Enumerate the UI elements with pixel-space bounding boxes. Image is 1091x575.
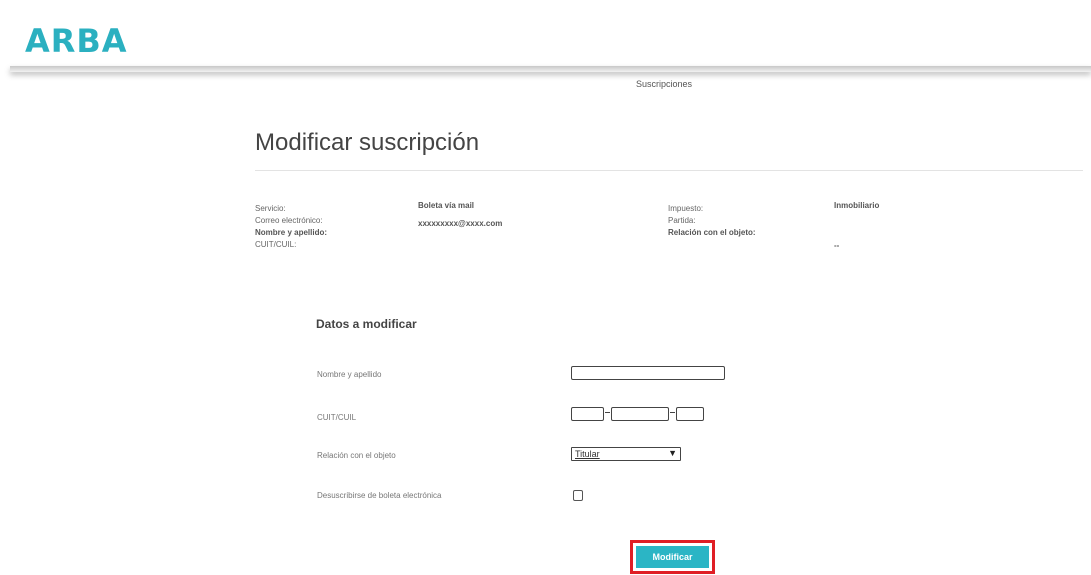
value-partida xyxy=(834,212,879,224)
info-left-labels: Servicio: Correo electrónico: Nombre y a… xyxy=(255,203,327,251)
relacion-label: Relación con el objeto xyxy=(317,451,396,460)
label-servicio: Servicio: xyxy=(255,204,286,213)
value-impuesto: Inmobiliario xyxy=(834,201,880,210)
relacion-select[interactable]: Titular ▼ xyxy=(571,447,681,461)
label-relacion-objeto: Relación con el objeto: xyxy=(668,228,756,237)
modificar-button[interactable]: Modificar xyxy=(636,546,709,568)
cuit-separator xyxy=(670,412,675,413)
cuit-number-input[interactable] xyxy=(611,407,669,421)
info-right-labels: Impuesto: Partida: Relación con el objet… xyxy=(668,203,756,239)
desuscribir-checkbox[interactable] xyxy=(573,490,583,501)
desuscribir-label: Desuscribirse de boleta electrónica xyxy=(317,491,442,500)
label-cuit: CUIT/CUIL: xyxy=(255,240,297,249)
section-title-datos: Datos a modificar xyxy=(316,317,417,331)
relacion-selected-value: Titular xyxy=(575,449,600,459)
cuit-prefix-input[interactable] xyxy=(571,407,604,421)
cuit-label: CUIT/CUIL xyxy=(317,413,357,422)
value-relacion-objeto: -- xyxy=(834,241,840,250)
chevron-down-icon: ▼ xyxy=(668,448,677,458)
nav-link-suscripciones[interactable]: Suscripciones xyxy=(636,79,692,89)
header-divider xyxy=(10,66,1091,72)
arba-logo[interactable]: ARBA xyxy=(25,22,128,60)
label-nombre: Nombre y apellido: xyxy=(255,228,328,237)
page-title: Modificar suscripción xyxy=(255,129,480,156)
cuit-check-digit-input[interactable] xyxy=(676,407,704,421)
label-correo: Correo electrónico: xyxy=(255,216,323,225)
cuit-separator xyxy=(605,412,610,413)
info-left-values: Boleta vía mail xxxxxxxxx@xxxx.com xyxy=(418,200,502,230)
title-divider xyxy=(255,170,1083,171)
info-right-values: Inmobiliario -- xyxy=(834,200,879,252)
page: ARBA Suscripciones Modificar suscripción… xyxy=(0,0,1091,575)
nombre-label: Nombre y apellido xyxy=(317,370,382,379)
value-servicio: Boleta vía mail xyxy=(418,201,475,210)
label-impuesto: Impuesto: xyxy=(668,204,704,213)
nombre-input[interactable] xyxy=(571,366,725,380)
label-partida: Partida: xyxy=(668,216,696,225)
value-correo: xxxxxxxxx@xxxx.com xyxy=(418,219,503,228)
